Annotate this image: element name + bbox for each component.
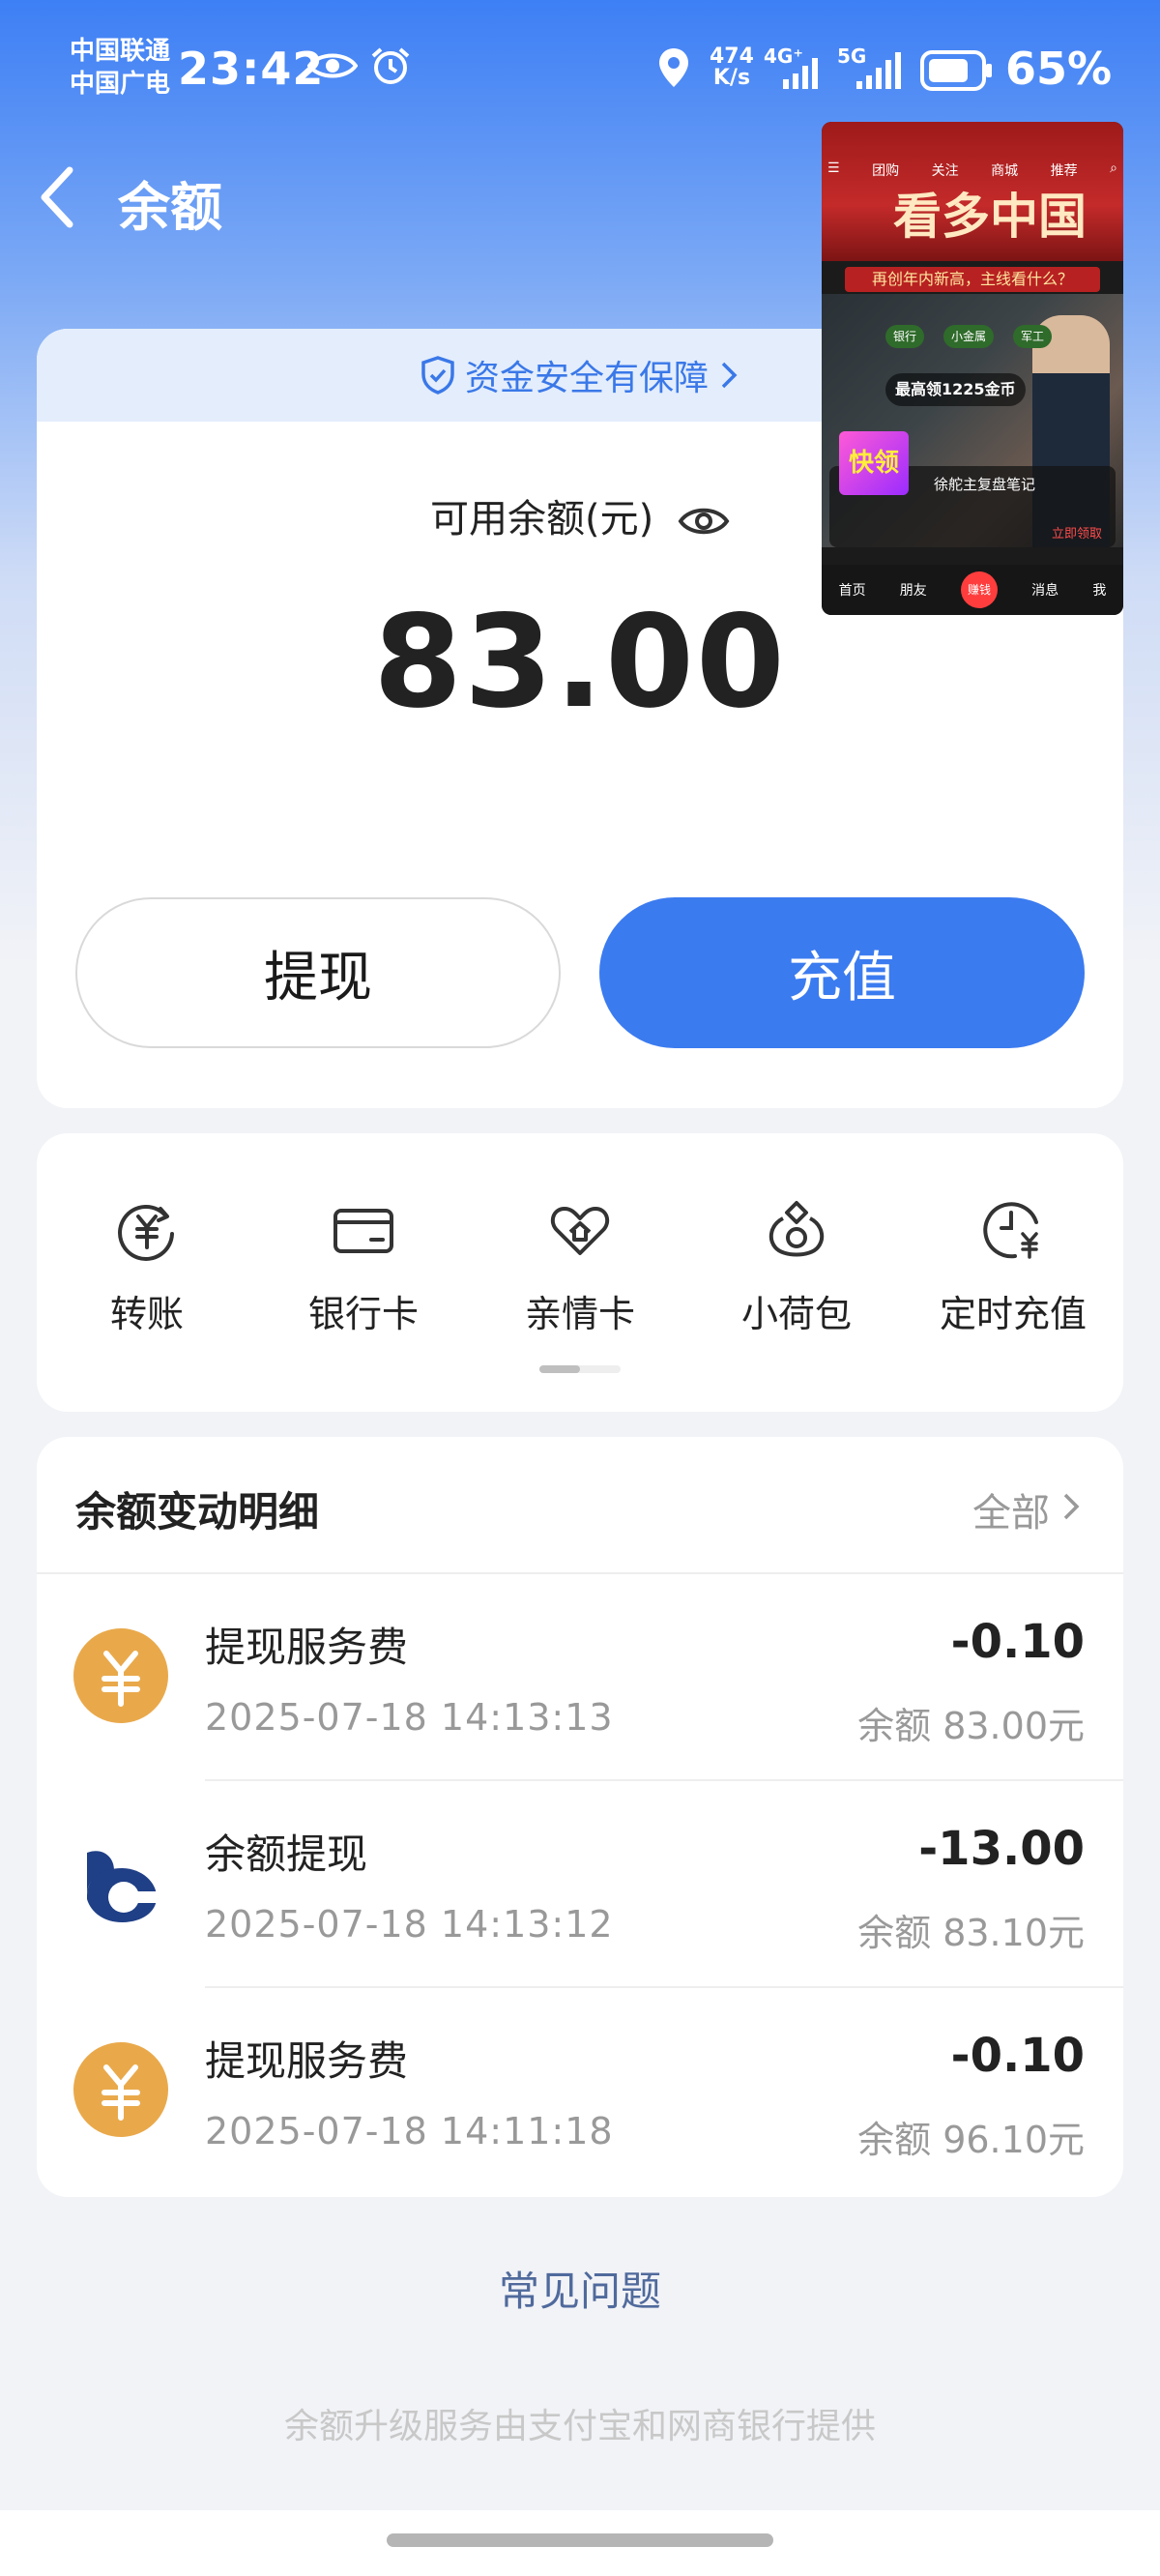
- small-pouch-icon: [768, 1201, 825, 1257]
- signal-4g-icon: [783, 58, 818, 89]
- footer-note: 余额升级服务由支付宝和网商银行提供: [283, 2407, 876, 2446]
- pip-video-overlay[interactable]: ☰ 团购 关注 商城 推荐 ⌕ 看多中国 再创年内新高，主线看什么？ 银行 小金…: [822, 122, 1123, 615]
- pip-promo-card[interactable]: 快领 徐舵主复盘笔记 立即领取: [829, 431, 1116, 547]
- home-indicator[interactable]: [387, 2533, 773, 2547]
- signal-5g-icon: [856, 52, 901, 89]
- pip-bottom-item[interactable]: 消息: [1031, 580, 1058, 600]
- transaction-balance: 余额 83.00元: [857, 1705, 1085, 1747]
- balance-changes-title: 余额变动明细: [75, 1488, 320, 1536]
- pip-bottom-nav: 首页 朋友 赚钱 消息 我: [822, 565, 1123, 615]
- back-arrow-icon[interactable]: [35, 162, 89, 232]
- eye-toggle-icon[interactable]: [678, 502, 730, 541]
- pip-coin-banner[interactable]: 最高领1225金币: [885, 373, 1026, 406]
- shortcut-label: 银行卡: [307, 1293, 419, 1335]
- shortcut-family-card[interactable]: 亲情卡: [483, 1197, 677, 1337]
- transaction-name: 提现服务费: [205, 2037, 409, 2085]
- pip-bottom-item[interactable]: 朋友: [900, 580, 927, 600]
- transaction-name: 余额提现: [205, 1830, 368, 1878]
- transaction-row[interactable]: 提现服务费 2025-07-18 14:13:13 -0.10 余额 83.00…: [37, 1574, 1123, 1781]
- transaction-row[interactable]: 余额提现 2025-07-18 14:13:12 -13.00 余额 83.10…: [37, 1781, 1123, 1988]
- transaction-balance: 余额 96.10元: [857, 2119, 1085, 2161]
- chevron-right-icon[interactable]: [1061, 1491, 1081, 1522]
- pip-bottom-item[interactable]: 我: [1092, 580, 1106, 600]
- available-balance-text: 可用余额(元): [430, 497, 654, 542]
- net-speed-value: 474: [710, 44, 754, 69]
- pip-headline: 看多中国: [893, 188, 1087, 245]
- pip-tag: 小金属: [943, 325, 995, 348]
- shortcut-label: 小荷包: [740, 1293, 852, 1335]
- transaction-amount: -0.10: [950, 2029, 1085, 2083]
- carrier-info: 中国联通 中国广电: [70, 35, 170, 101]
- transaction-amount: -0.10: [950, 1615, 1085, 1669]
- eye-status-icon: [307, 53, 358, 78]
- bank-logo-icon: [87, 1851, 159, 1922]
- shortcut-transfer[interactable]: 转账: [50, 1197, 244, 1337]
- view-all-link[interactable]: 全部: [972, 1481, 1050, 1537]
- carrier-2: 中国广电: [70, 70, 171, 99]
- clock: 23:42: [178, 43, 325, 95]
- shield-check-icon: [421, 356, 454, 395]
- pip-nav-item[interactable]: 关注: [932, 161, 959, 180]
- carrier-1: 中国联通: [70, 37, 171, 66]
- shortcuts-card: 转账 银行卡 亲情卡 小荷包 定时充值: [37, 1133, 1123, 1412]
- shortcut-label: 定时充值: [939, 1293, 1087, 1335]
- pip-promo-thumb: 快领: [839, 431, 909, 495]
- recharge-button[interactable]: 充值: [599, 897, 1085, 1048]
- pip-promo-link[interactable]: 立即领取: [1052, 523, 1102, 542]
- pip-bottom-earn[interactable]: 赚钱: [960, 571, 998, 608]
- battery-percent: 65%: [1005, 43, 1113, 95]
- shortcut-scheduled-recharge[interactable]: 定时充值: [916, 1197, 1110, 1337]
- chevron-right-icon: [721, 362, 738, 389]
- transaction-date: 2025-07-18 14:13:13: [205, 1696, 614, 1739]
- transaction-row[interactable]: 提现服务费 2025-07-18 14:11:18 -0.10 余额 96.10…: [37, 1988, 1123, 2195]
- family-card-icon: [550, 1207, 610, 1255]
- status-bar: 中国联通 中国广电 23:42 474 K/s 4G⁺ 5G 65%: [0, 0, 1160, 135]
- faq-link[interactable]: 常见问题: [0, 2259, 1160, 2318]
- shortcut-small-pouch[interactable]: 小荷包: [700, 1197, 893, 1337]
- yuan-fee-icon: [73, 1628, 168, 1723]
- pip-tag: 军工: [1013, 325, 1053, 348]
- shortcut-label: 转账: [109, 1293, 184, 1335]
- battery-icon: [920, 50, 992, 91]
- pip-nav-item[interactable]: 团购: [872, 161, 899, 180]
- location-icon: [659, 48, 688, 87]
- page-title: 余额: [118, 177, 222, 238]
- fund-safety-text: 资金安全有保障: [464, 359, 709, 398]
- transaction-date: 2025-07-18 14:13:12: [205, 1903, 614, 1946]
- scheduled-recharge-icon: [983, 1202, 1038, 1259]
- transaction-name: 提现服务费: [205, 1624, 409, 1671]
- transaction-date: 2025-07-18 14:11:18: [205, 2110, 614, 2152]
- pip-menu-icon[interactable]: ☰: [827, 161, 840, 180]
- pip-bottom-item[interactable]: 首页: [839, 580, 866, 600]
- pip-nav-item[interactable]: 商城: [991, 161, 1018, 180]
- balance-changes-card: 余额变动明细 全部 提现服务费 2025-07-18 14:13:13 -0.1…: [37, 1437, 1123, 2197]
- pip-search-icon[interactable]: ⌕: [1110, 161, 1117, 180]
- pip-tag: 银行: [885, 325, 925, 348]
- alarm-icon: [371, 47, 410, 84]
- yuan-fee-icon: [73, 2042, 168, 2137]
- pip-promo-title: 徐舵主复盘笔记: [934, 476, 1036, 493]
- pip-subline: 再创年内新高，主线看什么？: [845, 267, 1100, 292]
- bank-card-icon: [334, 1209, 393, 1253]
- pip-nav-item[interactable]: 推荐: [1051, 161, 1078, 180]
- withdraw-button[interactable]: 提现: [75, 897, 561, 1048]
- transfer-yuan-icon: [118, 1205, 174, 1261]
- balance-changes-header: 余额变动明细 全部: [37, 1437, 1123, 1574]
- shortcut-bank-card[interactable]: 银行卡: [267, 1197, 460, 1337]
- pip-top-nav: ☰ 团购 关注 商城 推荐 ⌕: [827, 161, 1117, 180]
- transaction-amount: -13.00: [918, 1822, 1085, 1876]
- page-indicator: [539, 1365, 621, 1373]
- net-speed-unit: K/s: [712, 66, 751, 90]
- shortcut-label: 亲情卡: [524, 1293, 635, 1335]
- transaction-balance: 余额 83.10元: [857, 1912, 1085, 1954]
- page-indicator-active: [539, 1365, 580, 1373]
- net-speed: 474 K/s: [710, 46, 754, 89]
